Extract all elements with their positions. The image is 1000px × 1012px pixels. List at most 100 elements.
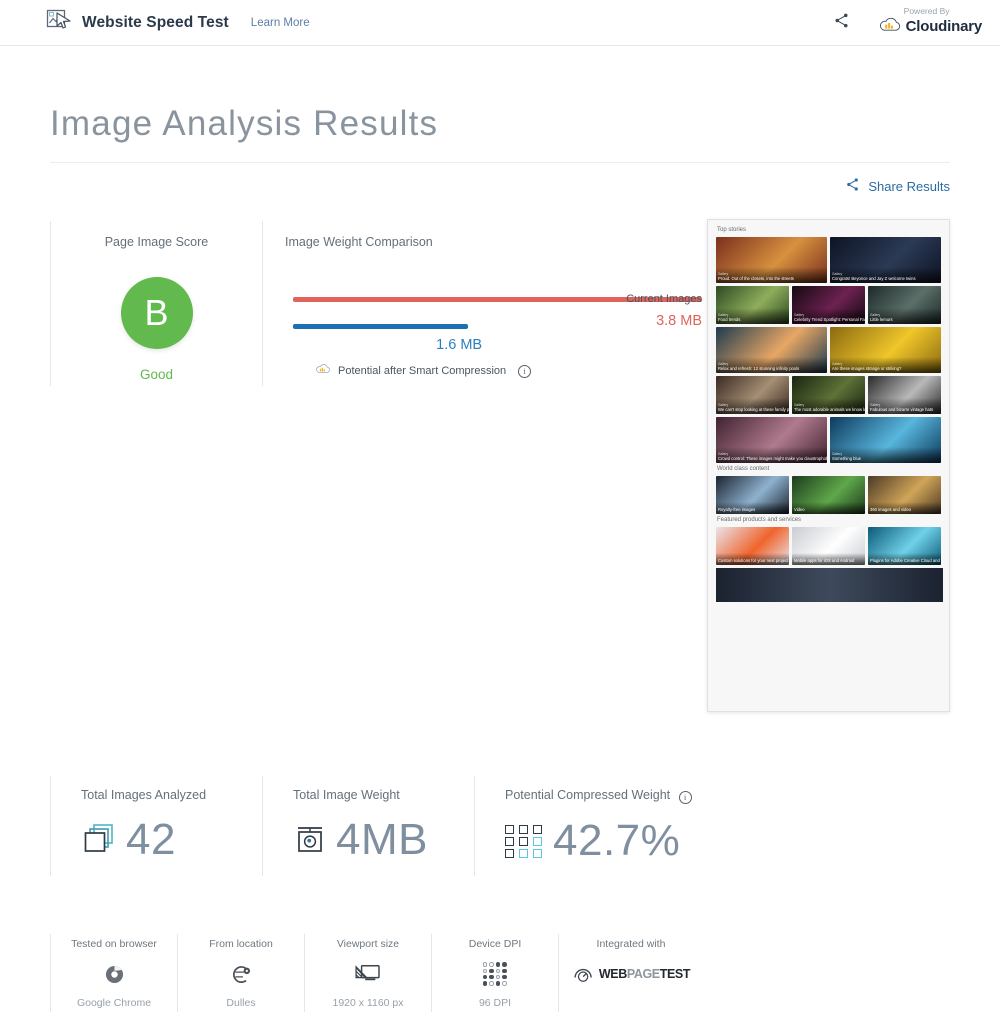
screenshot-tile-kicker: Gallery bbox=[794, 402, 805, 407]
screenshot-tile-caption: Plugins for Adobe Creative Cloud and mor… bbox=[868, 552, 941, 565]
screenshot-footer-strip bbox=[716, 568, 943, 602]
share-results-row: Share Results bbox=[50, 177, 950, 195]
dpi-dot bbox=[502, 980, 507, 986]
page-image-score-card: Page Image Score B Good bbox=[50, 221, 262, 386]
screenshot-tile-kicker: Gallery bbox=[794, 312, 805, 317]
screenshot-tile: Gallery Are these images strange or strik… bbox=[830, 327, 941, 373]
share-results-label: Share Results bbox=[868, 178, 950, 194]
stat-value: 42 bbox=[126, 815, 176, 864]
screenshot-tile-kicker: Gallery bbox=[718, 312, 729, 317]
stat-label: Total Image Weight bbox=[293, 788, 400, 802]
screenshot-tile: Gallery Food trends bbox=[716, 286, 789, 324]
potential-value: 1.6 MB bbox=[436, 337, 483, 353]
dpi-dot bbox=[482, 980, 488, 986]
grid-square bbox=[505, 836, 514, 846]
stacked-images-icon bbox=[81, 821, 117, 860]
screenshot-tile-caption: Custom solutions for your next project bbox=[716, 552, 789, 565]
weight-bars: Current Images 3.8 MB 1.6 MB Potential a… bbox=[293, 293, 702, 378]
potential-compression-legend: Potential after Smart Compression i bbox=[315, 363, 702, 378]
screenshot-tile-caption: Gallery The most adorable animals we know… bbox=[792, 397, 865, 414]
screenshot-tile: Video bbox=[792, 476, 865, 514]
grid-square bbox=[533, 848, 542, 858]
meta-viewport-size: Viewport size 1920 x 1160 px bbox=[304, 934, 431, 1012]
current-images-value: 3.8 MB bbox=[656, 313, 702, 329]
score-badge: B bbox=[120, 277, 193, 349]
share-results-button[interactable]: Share Results bbox=[845, 177, 950, 195]
dpi-dot bbox=[495, 968, 501, 974]
page-screenshot-preview[interactable]: Top stories Gallery Proud. Out of the clos… bbox=[707, 219, 950, 712]
cloudinary-wordmark: Cloudinary bbox=[905, 18, 983, 36]
chrome-icon bbox=[105, 961, 124, 987]
screenshot-tile-kicker: Gallery bbox=[832, 271, 843, 276]
screenshot-tile-caption: Gallery Proud. Out of the closets, into t… bbox=[716, 266, 827, 283]
stat-label: Potential Compressed Weight i bbox=[505, 788, 724, 804]
stat-potential-compressed-weight: Potential Compressed Weight i 42.7% bbox=[474, 776, 724, 876]
dpi-dot bbox=[502, 974, 507, 980]
dpi-dots-icon bbox=[482, 961, 508, 987]
stat-total-image-weight: Total Image Weight 4MB bbox=[262, 776, 474, 876]
dpi-dot bbox=[482, 968, 488, 974]
screenshot-tile: Gallery Crowd control: These images might… bbox=[716, 417, 827, 463]
image-weight-icon bbox=[293, 821, 327, 860]
screenshot-tile: Custom solutions for your next project bbox=[716, 527, 789, 565]
meta-label: Integrated with bbox=[596, 938, 666, 950]
grid-square bbox=[505, 824, 514, 834]
dpi-dot bbox=[489, 968, 494, 974]
screenshot-tile-kicker: Gallery bbox=[832, 451, 843, 456]
powered-by-cloudinary[interactable]: Powered By Cloudinary bbox=[878, 6, 983, 38]
meta-label: From location bbox=[209, 938, 273, 950]
screenshot-tile-caption: Gallery Fabulous and bizarre vintage hats bbox=[868, 397, 941, 414]
screenshot-tile-row: Gallery Crowd control: These images might… bbox=[716, 417, 941, 463]
pixel-grid-icon bbox=[505, 824, 544, 858]
meta-value: 96 DPI bbox=[478, 997, 512, 1009]
info-icon[interactable]: i bbox=[518, 365, 532, 378]
screenshot-tile: Gallery We can't stop looking at these fa… bbox=[716, 376, 789, 414]
screenshot-tile-caption: Mobile apps for iOS and Android bbox=[792, 552, 865, 565]
screenshot-tile-row: Gallery Relax and refresh: 12 stunning in… bbox=[716, 327, 941, 373]
screenshot-tile-caption: Gallery Little lemurs bbox=[868, 307, 941, 324]
current-images-label: Current Images bbox=[626, 293, 702, 305]
cloudinary-cloud-icon bbox=[878, 17, 902, 38]
info-icon[interactable]: i bbox=[678, 791, 692, 804]
app-title: Website Speed Test bbox=[82, 13, 229, 31]
dpi-dot bbox=[495, 962, 501, 968]
summary-section: Page Image Score B Good Image Weight Com… bbox=[50, 219, 950, 714]
screenshot-section-heading: Top stories bbox=[717, 227, 747, 233]
screenshot-tile-row: Gallery Proud. Out of the closets, into t… bbox=[716, 237, 941, 283]
screenshot-section-heading: World class content bbox=[717, 466, 770, 472]
dpi-dot bbox=[489, 974, 494, 980]
grid-square bbox=[519, 824, 528, 834]
screenshot-tile: Gallery The most adorable animals we know… bbox=[792, 376, 865, 414]
screenshot-tile-kicker: Gallery bbox=[718, 402, 729, 407]
image-weight-comparison-label: Image Weight Comparison bbox=[285, 235, 433, 249]
screenshot-tile-caption: Gallery We can't stop looking at these fa… bbox=[716, 397, 789, 414]
potential-compressed-bar bbox=[293, 324, 468, 329]
wpt-web: WEB bbox=[598, 967, 627, 981]
meta-label: Device DPI bbox=[468, 938, 522, 950]
share-icon[interactable] bbox=[833, 12, 850, 34]
dpi-dot bbox=[489, 962, 494, 968]
dpi-dot bbox=[495, 980, 501, 986]
screenshot-tile-kicker: Gallery bbox=[832, 361, 843, 366]
screenshot-tile-caption: 360 images and video bbox=[868, 501, 941, 514]
screenshot-tile: Gallery Relax and refresh: 12 stunning in… bbox=[716, 327, 827, 373]
screenshot-tile: Gallery Little lemurs bbox=[868, 286, 941, 324]
stats-section: Total Images Analyzed 42 Total Image Wei… bbox=[50, 776, 950, 876]
screenshot-tile-caption: Gallery Crowd control: These images might… bbox=[716, 446, 827, 463]
current-images-legend: Current Images 3.8 MB bbox=[626, 293, 702, 329]
dpi-dot bbox=[489, 980, 494, 986]
screenshot-tile: Gallery Fabulous and bizarre vintage hats bbox=[868, 376, 941, 414]
page-body: Image Analysis Results Share Results Pag… bbox=[0, 104, 1000, 1012]
grid-square bbox=[505, 848, 514, 858]
share-icon bbox=[845, 177, 860, 195]
grid-square bbox=[519, 848, 528, 858]
screenshot-tile-row: Gallery Food trends Gallery Celebrity Trend… bbox=[716, 286, 941, 324]
wpt-test: TEST bbox=[659, 967, 691, 981]
test-metadata-section: Tested on browser Google Chrome From loc… bbox=[50, 934, 950, 1012]
screenshot-tile: Gallery Something blue bbox=[830, 417, 941, 463]
powered-by-label: Powered By bbox=[903, 6, 950, 17]
learn-more-link[interactable]: Learn More bbox=[251, 17, 310, 29]
globe-pin-icon bbox=[232, 961, 251, 987]
meta-integrated-with: Integrated with WEBPAGETEST bbox=[558, 934, 703, 1012]
meta-label: Tested on browser bbox=[71, 938, 157, 950]
